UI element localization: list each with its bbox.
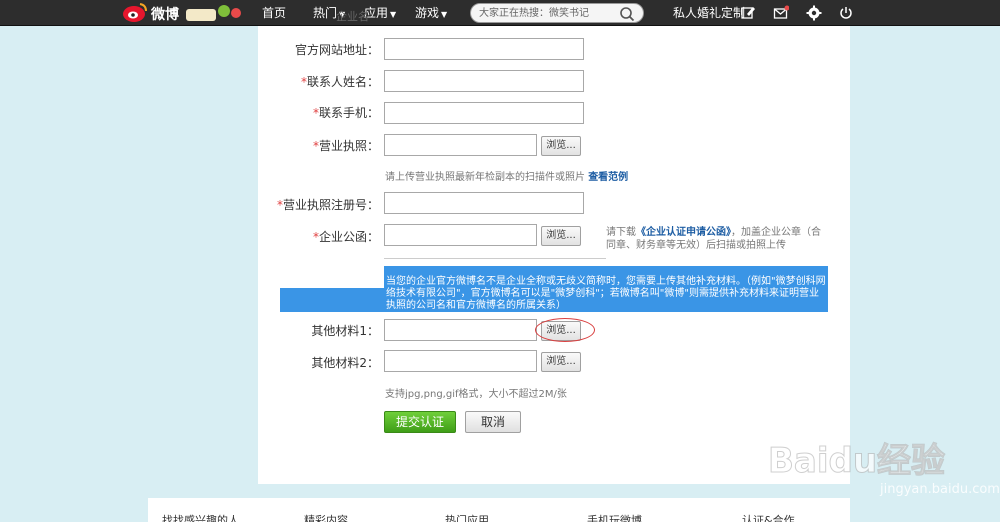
label-company-letter: *企业公函： xyxy=(256,228,379,245)
phone-input[interactable] xyxy=(384,102,584,124)
nav-games-label: 游戏 xyxy=(415,6,440,20)
label-other-2-text: 其他材料2： xyxy=(311,356,379,370)
label-other-2: 其他材料2： xyxy=(256,354,379,371)
download-letter-link[interactable]: 《企业认证申请公函》 xyxy=(636,227,731,238)
other-material-1-input[interactable] xyxy=(384,319,537,341)
footer-col-mobile[interactable]: 手机玩微博 xyxy=(587,512,642,522)
license-file-input[interactable] xyxy=(384,134,537,156)
watermark-url: jingyan.baidu.com xyxy=(880,482,1000,497)
selection-highlight xyxy=(280,288,384,312)
company-letter-browse-button[interactable]: 浏览... xyxy=(541,226,581,246)
nav-home-label: 首页 xyxy=(262,6,287,20)
footer-col-verify[interactable]: 认证&合作 xyxy=(742,512,795,522)
label-reg-number: *营业执照注册号： xyxy=(256,196,379,213)
custom-wedding-link[interactable]: 私人婚礼定制 xyxy=(673,0,745,26)
label-contact-name: *联系人姓名： xyxy=(256,73,379,90)
annotation-circle xyxy=(535,318,595,342)
compose-icon[interactable] xyxy=(740,5,756,21)
license-hint-text: 请上传营业执照最新年检副本的扫描件或照片 xyxy=(385,172,585,183)
license-hint: 请上传营业执照最新年检副本的扫描件或照片 查看范例 xyxy=(385,168,628,183)
label-company-letter-text: 企业公函： xyxy=(318,230,379,244)
baidu-watermark: Baidu经验 xyxy=(768,441,946,482)
label-website-text: 官方网站地址： xyxy=(294,43,379,57)
reg-number-input[interactable] xyxy=(384,192,584,214)
label-contact-name-text: 联系人姓名： xyxy=(306,75,379,89)
nav-home[interactable]: 首页 xyxy=(262,0,286,26)
label-website: 官方网站地址： xyxy=(256,41,379,58)
label-license-text: 营业执照： xyxy=(318,139,379,153)
watermark-brand: Baidu经验 xyxy=(768,441,945,481)
search-box xyxy=(470,3,644,23)
logo-text: 微博 xyxy=(150,6,179,23)
weibo-logo[interactable]: 微博 xyxy=(120,1,246,25)
file-format-hint: 支持jpg,png,gif格式，大小不超过2M/张 xyxy=(385,389,567,400)
nav-games[interactable]: 游戏 ▼ xyxy=(415,0,447,26)
power-icon[interactable] xyxy=(838,5,854,21)
label-other-1: 其他材料1： xyxy=(256,322,379,339)
other-material-2-browse-button[interactable]: 浏览... xyxy=(541,352,581,372)
label-reg-number-text: 营业执照注册号： xyxy=(282,198,379,212)
cancel-button[interactable]: 取消 xyxy=(465,411,521,433)
website-input[interactable] xyxy=(384,38,584,60)
search-icon[interactable] xyxy=(619,6,635,22)
gear-icon[interactable] xyxy=(806,5,822,21)
company-letter-note: 请下载《企业认证申请公函》，加盖企业公章（合同章、财务章等无效）后扫描或拍照上传 xyxy=(606,226,821,252)
other-material-2-input[interactable] xyxy=(384,350,537,372)
footer-col-people[interactable]: 找找感兴趣的人 xyxy=(162,512,239,522)
letter-note-prefix: 请下载 xyxy=(606,227,636,238)
contact-name-input[interactable] xyxy=(384,70,584,92)
label-license: *营业执照： xyxy=(256,137,379,154)
form-panel xyxy=(258,26,850,484)
label-phone-text: 联系手机： xyxy=(318,106,379,120)
message-icon[interactable] xyxy=(773,5,789,21)
divider xyxy=(384,258,606,259)
label-other-1-text: 其他材料1： xyxy=(311,324,379,338)
other-materials-notice: 当您的企业官方微博名不是企业全称或无歧义简称时，您需要上传其他补充材料。（例如"… xyxy=(384,266,828,312)
company-letter-file-input[interactable] xyxy=(384,224,537,246)
footer-col-apps[interactable]: 热门应用 xyxy=(445,512,489,522)
chevron-down-icon: ▼ xyxy=(441,10,448,19)
label-phone: *联系手机： xyxy=(256,104,379,121)
chevron-down-icon: ▼ xyxy=(390,10,397,19)
peek-text: 企业名 xyxy=(336,10,369,23)
submit-verification-button[interactable]: 提交认证 xyxy=(384,411,456,433)
footer-col-content[interactable]: 精彩内容 xyxy=(304,512,348,522)
license-browse-button[interactable]: 浏览... xyxy=(541,136,581,156)
view-example-link[interactable]: 查看范例 xyxy=(588,172,628,183)
search-input[interactable] xyxy=(479,6,619,20)
top-nav-bar: 微博 首页 热门▼ 应用▼ 游戏▼ 私人婚礼定制 xyxy=(0,0,1000,26)
nav-hot-label: 热门 xyxy=(313,6,338,20)
